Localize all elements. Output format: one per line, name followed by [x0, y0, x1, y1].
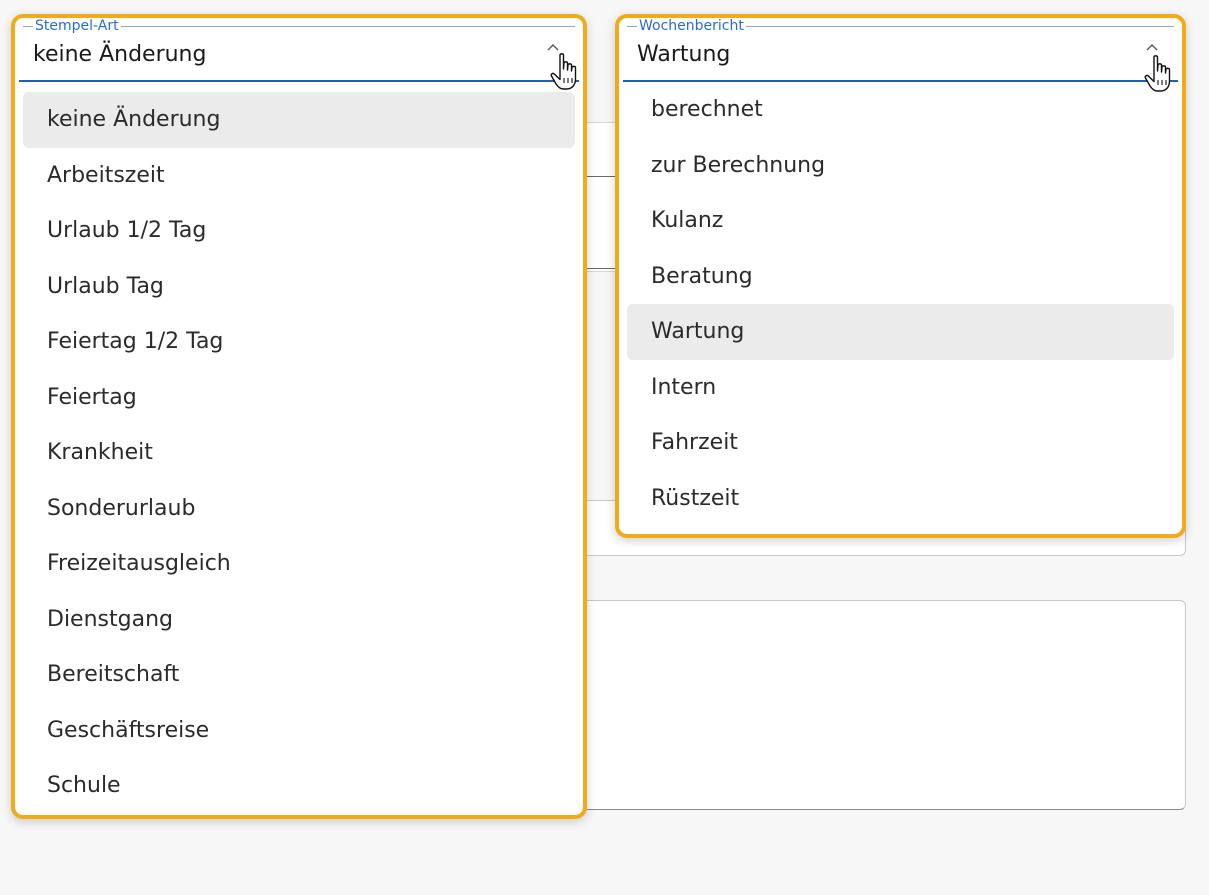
stempel-art-option[interactable]: Sonderurlaub	[23, 481, 575, 537]
stempel-art-option[interactable]: Feiertag 1/2 Tag	[23, 314, 575, 370]
wochenbericht-field[interactable]: Wochenbericht Wartung	[623, 18, 1178, 92]
stempel-art-option[interactable]: Arbeitszeit	[23, 148, 575, 204]
hand-pointer-cursor-icon	[1144, 55, 1171, 92]
stempel-art-option[interactable]: Krankheit	[23, 425, 575, 481]
wochenbericht-label: Wochenbericht	[637, 18, 746, 34]
stempel-art-option[interactable]: Dienstgang	[23, 592, 575, 648]
stempel-art-option[interactable]: Bereitschaft	[23, 647, 575, 703]
wochenbericht-options-list: berechnet zur Berechnung Kulanz Beratung War…	[619, 82, 1182, 534]
stempel-art-option[interactable]: Urlaub 1/2 Tag	[23, 203, 575, 259]
stempel-art-field[interactable]: Stempel-Art keine Änderung	[19, 18, 579, 90]
wochenbericht-option[interactable]: Kulanz	[627, 193, 1174, 249]
stempel-art-option[interactable]: Feiertag	[23, 370, 575, 426]
wochenbericht-option[interactable]: Fahrzeit	[627, 415, 1174, 471]
wochenbericht-option[interactable]: Beratung	[627, 249, 1174, 305]
wochenbericht-option[interactable]: berechnet	[627, 82, 1174, 138]
wochenbericht-value: Wartung	[637, 42, 731, 67]
stempel-art-label: Stempel-Art	[33, 18, 121, 34]
stempel-art-option[interactable]: Urlaub Tag	[23, 259, 575, 315]
wochenbericht-option[interactable]: zur Berechnung	[627, 138, 1174, 194]
wochenbericht-option[interactable]: Intern	[627, 360, 1174, 416]
hand-pointer-cursor-icon	[550, 53, 577, 90]
stempel-art-value: keine Änderung	[33, 42, 207, 67]
stempel-art-option[interactable]: keine Änderung	[23, 92, 575, 148]
wochenbericht-combobox[interactable]: Wochenbericht Wartung berechnet zur Berec…	[615, 14, 1186, 538]
background-text-area[interactable]	[560, 600, 1186, 810]
stempel-art-option[interactable]: Geschäftsreise	[23, 703, 575, 759]
stempel-art-combobox[interactable]: Stempel-Art keine Änderung keine Änderun…	[11, 14, 587, 819]
stempel-art-option[interactable]: Schule	[23, 758, 575, 814]
wochenbericht-option[interactable]: Wartung	[627, 304, 1174, 360]
stempel-art-option[interactable]: Freizeitausgleich	[23, 536, 575, 592]
wochenbericht-option[interactable]: Rüstzeit	[627, 471, 1174, 527]
stempel-art-options-list: keine Änderung Arbeitszeit Urlaub 1/2 Tag U…	[15, 82, 583, 822]
